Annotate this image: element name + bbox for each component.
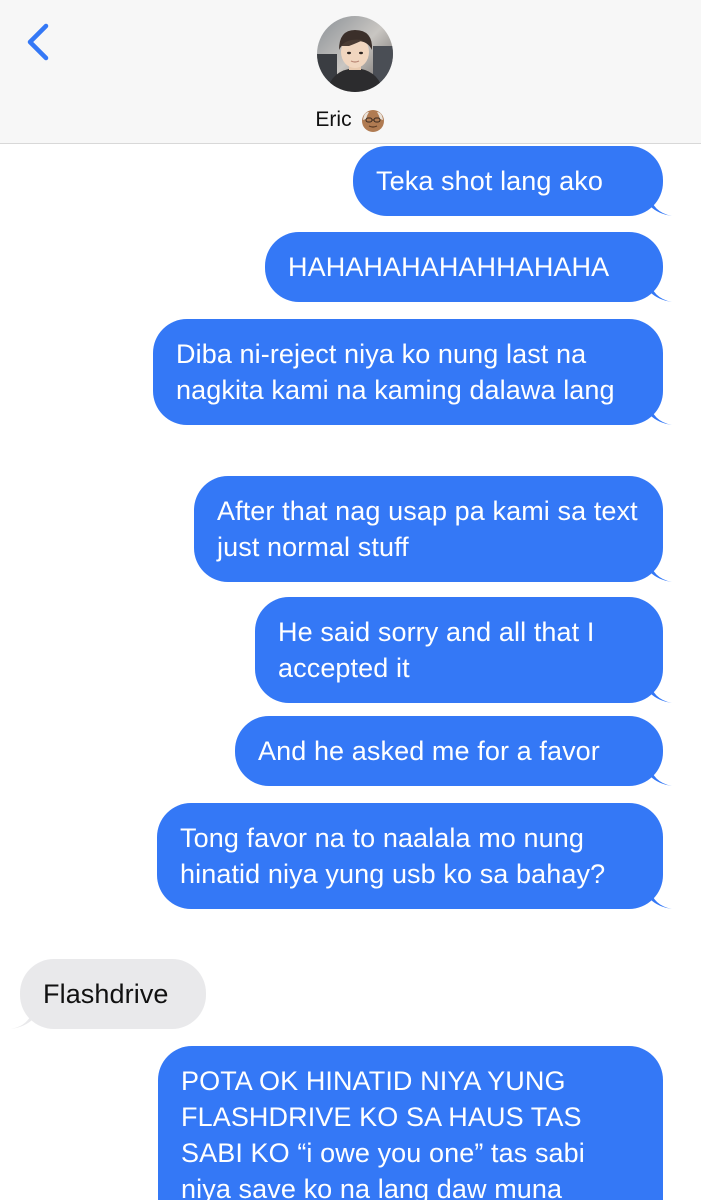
message-bubble-received[interactable]: Flashdrive bbox=[11, 959, 206, 1029]
contact-name: Eric bbox=[315, 108, 352, 131]
contact-name-row[interactable]: Eric bbox=[0, 104, 701, 136]
chevron-left-icon bbox=[27, 23, 49, 61]
message-text: Flashdrive bbox=[43, 979, 169, 1009]
bubble-tail bbox=[650, 560, 672, 582]
message-bubble-sent[interactable]: And he asked me for a favor bbox=[235, 716, 672, 786]
old-man-emoji-icon bbox=[361, 110, 384, 132]
message-thread[interactable]: Teka shot lang ako HAHAHAHAHAHHAHAHA Dib… bbox=[0, 143, 701, 1200]
bubble-tail bbox=[650, 403, 672, 425]
message-text: He said sorry and all that I accepted it bbox=[278, 617, 595, 683]
message-bubble-sent[interactable]: POTA OK HINATID NIYA YUNG FLASHDRIVE KO … bbox=[158, 1046, 663, 1200]
avatar-photo bbox=[317, 16, 393, 92]
message-bubble-sent[interactable]: Tong favor na to naalala mo nung hinatid… bbox=[157, 803, 672, 909]
messages-app: Eric Teka shot lang ako HAHAHAHAHAHHAHAH… bbox=[0, 0, 701, 1200]
message-bubble-sent[interactable]: Diba ni-reject niya ko nung last na nagk… bbox=[153, 319, 672, 425]
message-bubble-sent[interactable]: Teka shot lang ako bbox=[353, 146, 672, 216]
message-text: After that nag usap pa kami sa text just… bbox=[217, 496, 638, 562]
bubble-tail bbox=[650, 887, 672, 909]
bubble-tail bbox=[650, 764, 672, 786]
message-text: Tong favor na to naalala mo nung hinatid… bbox=[180, 823, 606, 889]
back-button[interactable] bbox=[18, 20, 62, 64]
message-text: POTA OK HINATID NIYA YUNG FLASHDRIVE KO … bbox=[181, 1066, 585, 1200]
message-text: Diba ni-reject niya ko nung last na nagk… bbox=[176, 339, 615, 405]
message-bubble-sent[interactable]: After that nag usap pa kami sa text just… bbox=[194, 476, 672, 582]
conversation-header: Eric bbox=[0, 0, 701, 144]
bubble-tail bbox=[11, 1007, 33, 1029]
message-bubble-sent[interactable]: He said sorry and all that I accepted it bbox=[255, 597, 672, 703]
bubble-tail bbox=[650, 194, 672, 216]
message-text: And he asked me for a favor bbox=[258, 736, 600, 766]
message-bubble-sent[interactable]: HAHAHAHAHAHHAHAHA bbox=[265, 232, 672, 302]
contact-avatar[interactable] bbox=[317, 16, 393, 92]
message-text: Teka shot lang ako bbox=[376, 166, 603, 196]
message-text: HAHAHAHAHAHHAHAHA bbox=[288, 252, 610, 282]
bubble-tail bbox=[650, 681, 672, 703]
bubble-tail bbox=[650, 280, 672, 302]
